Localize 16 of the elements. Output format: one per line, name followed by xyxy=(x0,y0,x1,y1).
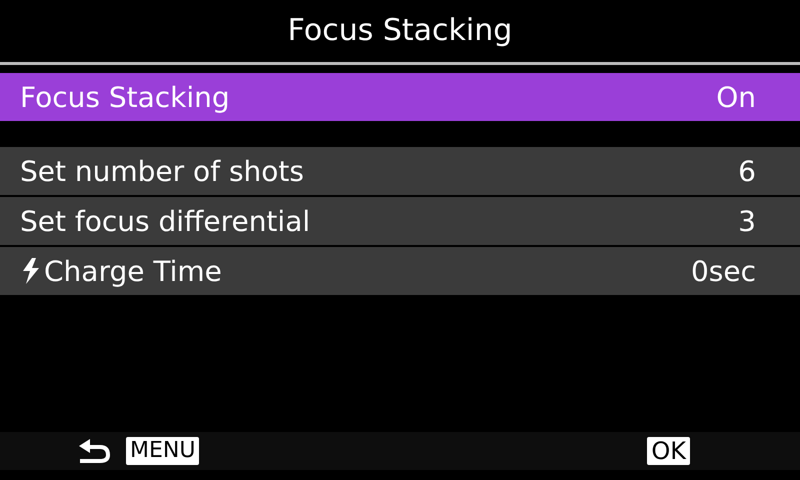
menu-item[interactable]: Set number of shots 6 xyxy=(0,147,800,195)
item-value: 3 xyxy=(738,204,756,238)
item-value: On xyxy=(716,80,756,114)
item-value: 0sec xyxy=(690,254,756,288)
menu-item[interactable]: Charge Time 0sec xyxy=(0,247,800,295)
menu-item[interactable]: Set focus differential 3 xyxy=(0,197,800,245)
item-label: Focus Stacking xyxy=(20,80,230,114)
ok-key: OK xyxy=(647,437,690,465)
screen-title: Focus Stacking xyxy=(288,12,512,50)
menu-key: MENU xyxy=(126,437,200,465)
item-label: Set number of shots xyxy=(20,154,304,188)
menu-item[interactable]: Focus Stacking On xyxy=(0,73,800,121)
item-label: Charge Time xyxy=(44,254,222,288)
item-label: Set focus differential xyxy=(20,204,310,238)
flash-icon xyxy=(20,257,42,285)
item-value: 6 xyxy=(738,154,756,188)
